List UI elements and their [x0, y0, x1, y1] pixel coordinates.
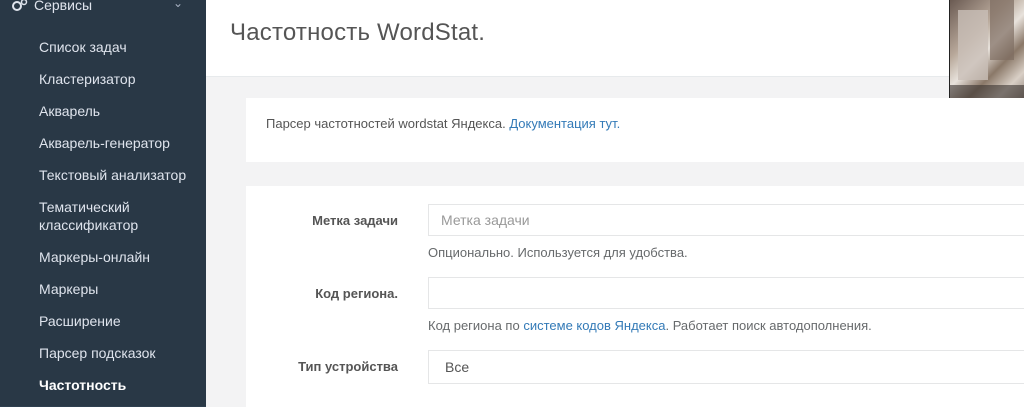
device-type-select[interactable]: Все	[428, 350, 1024, 384]
region-code-label: Код региона.	[315, 286, 398, 301]
device-type-selected-value: Все	[445, 359, 470, 375]
page-title: Частотность WordStat.	[230, 19, 486, 46]
yandex-region-codes-link[interactable]: системе кодов Яндекса	[523, 318, 665, 333]
sidebar-item-label: Частотность	[39, 377, 127, 393]
sidebar-item-akvarel[interactable]: Акварель	[0, 96, 206, 128]
sidebar-item-label: Расширение	[39, 313, 121, 329]
sidebar-item-label: Маркеры	[39, 281, 99, 297]
sidebar-item-task-list[interactable]: Список задач	[0, 26, 206, 64]
sidebar-item-label: Парсер подсказок	[39, 345, 156, 361]
page-header: Частотность WordStat.	[206, 0, 1024, 77]
sidebar-item-label: Тематический классификатор	[39, 199, 139, 233]
info-text: Парсер частотностей wordstat Яндекса. До…	[266, 116, 620, 131]
sidebar-item-akvarel-generator[interactable]: Акварель-генератор	[0, 128, 206, 160]
region-code-input[interactable]	[428, 277, 1024, 309]
task-label-label: Метка задачи	[312, 213, 398, 228]
task-label-help: Опционально. Используется для удобства.	[428, 245, 688, 260]
sidebar-item-markers[interactable]: Маркеры	[0, 274, 206, 306]
sidebar-item-markers-online[interactable]: Маркеры-онлайн	[0, 241, 206, 274]
task-form: Метка задачи Опционально. Используется д…	[246, 186, 1024, 407]
sidebar-item-label: Кластеризатор	[39, 71, 136, 87]
sidebar-item-label: Текстовый анализатор	[39, 167, 187, 183]
sidebar-menu: Список задач Кластеризатор Акварель Аква…	[0, 26, 206, 406]
sidebar-section-title: Сервисы	[34, 0, 93, 13]
region-code-help: Код региона по системе кодов Яндекса. Ра…	[428, 318, 872, 333]
sidebar-item-thematic-classifier[interactable]: Тематический классификатор	[0, 192, 201, 241]
sidebar-item-frequency[interactable]: Частотность	[0, 370, 206, 406]
sidebar-item-label: Маркеры-онлайн	[39, 249, 150, 265]
sidebar-section-services[interactable]: Сервисы ⌄	[0, 0, 206, 26]
info-description: Парсер частотностей wordstat Яндекса.	[266, 116, 506, 131]
region-help-text-after: . Работает поиск автодополнения.	[665, 318, 872, 333]
sidebar-item-label: Акварель-генератор	[39, 135, 170, 151]
documentation-link[interactable]: Документация тут.	[509, 116, 620, 131]
sidebar: Сервисы ⌄ Список задач Кластеризатор Акв…	[0, 0, 206, 407]
sidebar-item-text-analyzer[interactable]: Текстовый анализатор	[0, 160, 206, 192]
sidebar-item-extension[interactable]: Расширение	[0, 306, 206, 338]
task-label-input[interactable]	[428, 204, 1024, 236]
chevron-down-icon[interactable]: ⌄	[173, 0, 183, 10]
sidebar-item-label: Список задач	[39, 39, 127, 55]
sidebar-item-label: Акварель	[39, 103, 101, 119]
sidebar-item-suggest-parser[interactable]: Парсер подсказок	[0, 338, 206, 370]
gears-icon	[12, 0, 28, 11]
region-help-text-before: Код региона по	[428, 318, 520, 333]
info-panel: Парсер частотностей wordstat Яндекса. До…	[246, 98, 1024, 162]
sidebar-item-clusterizer[interactable]: Кластеризатор	[0, 64, 206, 96]
device-type-label: Тип устройства	[298, 359, 398, 374]
